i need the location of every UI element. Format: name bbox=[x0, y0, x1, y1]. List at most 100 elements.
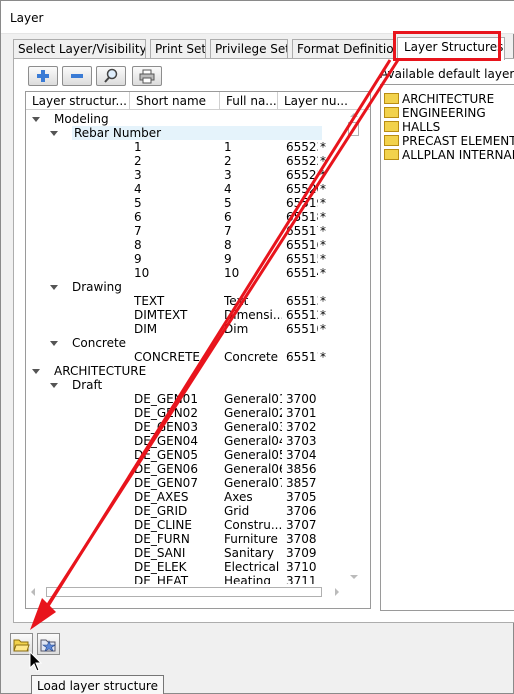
layer-number-cell: 3707 bbox=[286, 518, 317, 532]
table-row[interactable]: DE_CLINE Constru... 3707 bbox=[26, 518, 346, 532]
table-row[interactable]: 8 8 65516* bbox=[26, 238, 346, 252]
table-row[interactable]: DE_GEN03 General03 3702 bbox=[26, 420, 346, 434]
table-row[interactable]: DE_GEN07 General07 3857 bbox=[26, 476, 346, 490]
star-marker: * bbox=[320, 196, 326, 210]
table-row[interactable]: DE_AXES Axes 3705 bbox=[26, 490, 346, 504]
expand-icon[interactable] bbox=[50, 131, 58, 136]
column-header-short-name[interactable]: Short name bbox=[130, 92, 220, 110]
layer-number-cell: 3703 bbox=[286, 434, 317, 448]
scroll-down-icon[interactable] bbox=[350, 574, 358, 580]
layer-number-cell: 3700 bbox=[286, 392, 317, 406]
star-marker: * bbox=[320, 350, 326, 364]
folder-allplan-internal[interactable]: ALLPLAN INTERNAL bbox=[384, 148, 514, 162]
scroll-up-icon[interactable] bbox=[350, 112, 358, 118]
short-name-cell: DE_GRID bbox=[134, 504, 188, 518]
table-row[interactable]: DE_ELEK Electrical 3710 bbox=[26, 560, 346, 574]
short-name-cell: DIM bbox=[134, 322, 158, 336]
remove-button[interactable] bbox=[62, 66, 92, 86]
scroll-left-icon[interactable] bbox=[30, 588, 36, 596]
horizontal-scroll-thumb[interactable] bbox=[46, 587, 322, 597]
short-name-cell: 10 bbox=[134, 266, 150, 280]
table-row[interactable]: 10 10 65514* bbox=[26, 266, 346, 280]
full-name-cell: General03 bbox=[224, 420, 282, 434]
short-name-cell: DE_CLINE bbox=[134, 518, 192, 532]
table-row[interactable]: DE_GEN06 General06 3856 bbox=[26, 462, 346, 476]
scroll-right-icon[interactable] bbox=[334, 588, 340, 596]
expand-icon[interactable] bbox=[50, 341, 58, 346]
tab-select-layer-visibility[interactable]: Select Layer/Visibility bbox=[13, 39, 146, 59]
folder-architecture[interactable]: ARCHITECTURE bbox=[384, 92, 494, 106]
table-row[interactable]: DE_FURN Furniture 3708 bbox=[26, 532, 346, 546]
horizontal-scrollbar[interactable] bbox=[26, 584, 362, 600]
table-row[interactable]: DE_GEN01 General01 3700 bbox=[26, 392, 346, 406]
table-row[interactable]: TEXT Text 65513* bbox=[26, 294, 346, 308]
full-name-cell: Sanitary bbox=[224, 546, 275, 560]
column-header-layer-number[interactable]: Layer nu... bbox=[278, 92, 370, 110]
tab-print-set[interactable]: Print Set bbox=[150, 39, 206, 59]
table-row[interactable]: 9 9 65515* bbox=[26, 252, 346, 266]
minus-icon bbox=[71, 74, 83, 78]
table-row[interactable]: 3 3 65521* bbox=[26, 168, 346, 182]
folder-label: HALLS bbox=[402, 120, 441, 134]
add-button[interactable] bbox=[28, 66, 58, 86]
print-button[interactable] bbox=[132, 66, 162, 86]
table-row[interactable]: 5 5 65519* bbox=[26, 196, 346, 210]
title-bar: Layer bbox=[1, 1, 514, 34]
table-row[interactable]: 2 2 65522* bbox=[26, 154, 346, 168]
table-row[interactable]: CONCRETE Concrete 65511* bbox=[26, 350, 346, 364]
vertical-scroll-thumb[interactable] bbox=[348, 122, 359, 136]
table-row[interactable]: DE_GEN02 General02 3701 bbox=[26, 406, 346, 420]
table-row[interactable]: DE_GRID Grid 3706 bbox=[26, 504, 346, 518]
full-name-cell: 3 bbox=[224, 168, 232, 182]
folder-engineering[interactable]: ENGINEERING bbox=[384, 106, 486, 120]
plus-icon bbox=[37, 70, 49, 82]
layer-number-cell: 3857 bbox=[286, 476, 317, 490]
table-row[interactable]: DE_SANI Sanitary 3709 bbox=[26, 546, 346, 560]
expand-icon[interactable] bbox=[32, 369, 40, 374]
vertical-scrollbar[interactable] bbox=[346, 110, 362, 584]
short-name-cell: 1 bbox=[134, 140, 142, 154]
short-name-cell: DE_GEN06 bbox=[134, 462, 198, 476]
tree-node-label: ARCHITECTURE bbox=[54, 364, 147, 378]
folder-icon bbox=[384, 121, 399, 132]
column-header-full-name[interactable]: Full na... bbox=[220, 92, 278, 110]
expand-icon[interactable] bbox=[50, 285, 58, 290]
tree-node-rebar[interactable]: Rebar Number bbox=[26, 126, 346, 140]
table-row[interactable]: DE_GEN05 General05 3704 bbox=[26, 448, 346, 462]
table-row[interactable]: 6 6 65518* bbox=[26, 210, 346, 224]
layer-structure-tree[interactable]: Layer structur... Short name Full na... … bbox=[25, 91, 371, 609]
folder-halls[interactable]: HALLS bbox=[384, 120, 440, 134]
expand-icon[interactable] bbox=[50, 383, 58, 388]
layer-number-cell: 65513 bbox=[286, 294, 318, 308]
table-row[interactable]: DE_GEN04 General04 3703 bbox=[26, 434, 346, 448]
table-row[interactable]: DIMTEXT Dimensi... 65512* bbox=[26, 308, 346, 322]
folder-precast-element[interactable]: PRECAST ELEMENT bbox=[384, 134, 514, 148]
column-header-layer-structure[interactable]: Layer structur... bbox=[26, 92, 130, 110]
layer-number-cell: 3708 bbox=[286, 532, 317, 546]
table-row[interactable]: 7 7 65517* bbox=[26, 224, 346, 238]
highlight-box bbox=[393, 31, 501, 61]
layer-number-cell: 3705 bbox=[286, 490, 317, 504]
tree-node-concrete[interactable]: Concrete bbox=[26, 336, 346, 350]
full-name-cell: General05 bbox=[224, 448, 282, 462]
tab-format-definition[interactable]: Format Definition bbox=[292, 39, 394, 59]
star-marker: * bbox=[320, 322, 326, 336]
expand-icon[interactable] bbox=[32, 117, 40, 122]
table-row[interactable]: 4 4 65520* bbox=[26, 182, 346, 196]
tree-node-architecture[interactable]: ARCHITECTURE bbox=[26, 364, 346, 378]
full-name-cell: 7 bbox=[224, 224, 232, 238]
table-row[interactable]: 1 1 65523* bbox=[26, 140, 346, 154]
tree-node-modeling[interactable]: Modeling bbox=[26, 112, 346, 126]
table-row[interactable]: DIM Dim 65510* bbox=[26, 322, 346, 336]
full-name-cell: Electrical bbox=[224, 560, 280, 574]
tab-privilege-set[interactable]: Privilege Set bbox=[210, 39, 288, 59]
search-button[interactable] bbox=[96, 66, 126, 86]
star-marker: * bbox=[320, 294, 326, 308]
star-marker: * bbox=[320, 154, 326, 168]
tree-node-draft[interactable]: Draft bbox=[26, 378, 346, 392]
layer-number-cell: 3856 bbox=[286, 462, 317, 476]
tree-node-drawing[interactable]: Drawing bbox=[26, 280, 346, 294]
available-structures-list[interactable]: ARCHITECTURE ENGINEERING HALLS PRECAST E… bbox=[380, 84, 514, 611]
layer-number-cell: 65510 bbox=[286, 322, 318, 336]
magnifier-icon bbox=[104, 68, 118, 83]
